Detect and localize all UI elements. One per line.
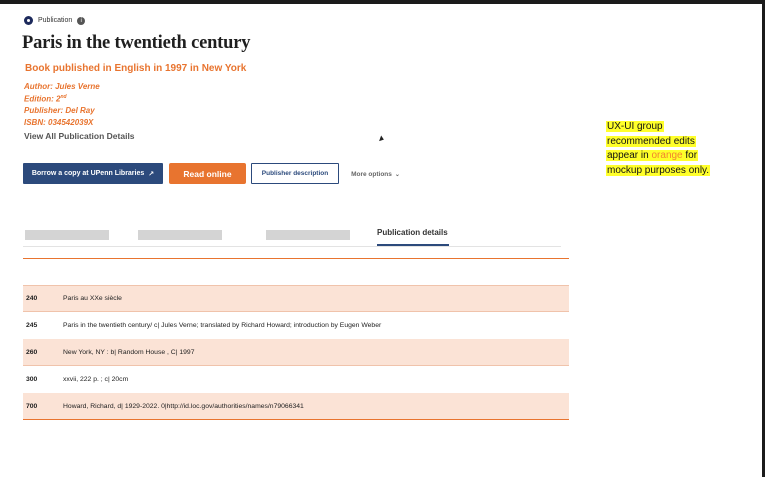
table-row: 300 xxvii, 222 p. ; c| 20cm [23, 366, 569, 393]
marc-value: Paris in the twentieth century/ c| Jules… [63, 322, 382, 329]
chevron-down-icon: ⌄ [394, 171, 400, 178]
author-field: Author: Jules Verne [24, 82, 100, 91]
borrow-button[interactable]: Borrow a copy at UPenn Libraries ↗ [23, 163, 163, 184]
marc-tag: 700 [26, 402, 38, 410]
record-type-label: Publication [38, 17, 73, 24]
record-metadata: Author: Jules Verne Edition: 2nd Publish… [24, 81, 100, 128]
marc-tag: 300 [26, 376, 38, 383]
record-type-badge: Publication i [24, 16, 86, 25]
marc-tag: 240 [26, 295, 38, 302]
marc-tag: 260 [26, 348, 38, 356]
borrow-button-label: Borrow a copy at UPenn Libraries [31, 170, 145, 177]
marc-value: New York, NY : b| Random House , C| 1997 [63, 348, 195, 356]
publisher-field: Publisher: Del Ray [24, 106, 95, 116]
note-orange-word: orange [651, 150, 683, 161]
note-line-3-prefix: appear in [607, 150, 652, 161]
page-title: Paris in the twentieth century [22, 33, 251, 53]
marc-value: Howard, Richard, d| 1929-2022. 0|http://… [63, 402, 304, 410]
marc-value: Paris au XXe siècle [63, 295, 122, 302]
tabs-divider [23, 246, 561, 247]
tab-placeholder-1[interactable] [25, 230, 109, 240]
table-row: 245 Paris in the twentieth century/ c| J… [23, 312, 569, 339]
window-top-border [0, 0, 765, 4]
mouse-cursor-icon [379, 135, 385, 143]
tab-publication-details[interactable]: Publication details [377, 228, 448, 237]
table-row: 700 Howard, Richard, d| 1929-2022. 0|htt… [23, 393, 569, 420]
edition-field: Edition: 2nd [24, 92, 100, 105]
more-options-dropdown[interactable]: More options ⌄ [348, 166, 403, 182]
publisher-description-button[interactable]: Publisher description [251, 163, 339, 184]
publication-icon [24, 16, 33, 25]
view-all-details-link[interactable]: View All Publication Details [24, 131, 135, 141]
section-divider [23, 258, 569, 259]
note-line-3: appear in orange for [606, 150, 699, 161]
tab-placeholder-2[interactable] [138, 230, 222, 240]
marc-details-table: 240 Paris au XXe siècle 245 Paris in the… [23, 285, 569, 420]
table-row: 240 Paris au XXe siècle [23, 285, 569, 312]
more-options-label: More options [351, 170, 392, 178]
info-icon[interactable]: i [77, 16, 86, 25]
marc-tag: 245 [26, 322, 38, 329]
note-line-4: mockup purposes only. [606, 164, 711, 176]
annotation-note: UX-UI group recommended edits appear in … [606, 120, 711, 178]
tab-placeholder-3[interactable] [266, 230, 350, 240]
edition-ordinal: nd [60, 94, 67, 101]
note-line-1: UX-UI group [606, 121, 664, 132]
isbn-field: ISBN: 034542039X [24, 117, 94, 127]
external-link-icon: ↗ [148, 169, 155, 178]
read-online-button[interactable]: Read online [169, 163, 246, 184]
marc-value: xxvii, 222 p. ; c| 20cm [63, 376, 129, 383]
note-line-3-suffix: for [682, 150, 698, 161]
edition-text: Edition: 2 [24, 94, 61, 104]
note-line-2: recommended edits [606, 135, 696, 147]
table-row: 260 New York, NY : b| Random House , C| … [23, 339, 569, 366]
record-subtitle: Book published in English in 1997 in New… [25, 63, 247, 74]
